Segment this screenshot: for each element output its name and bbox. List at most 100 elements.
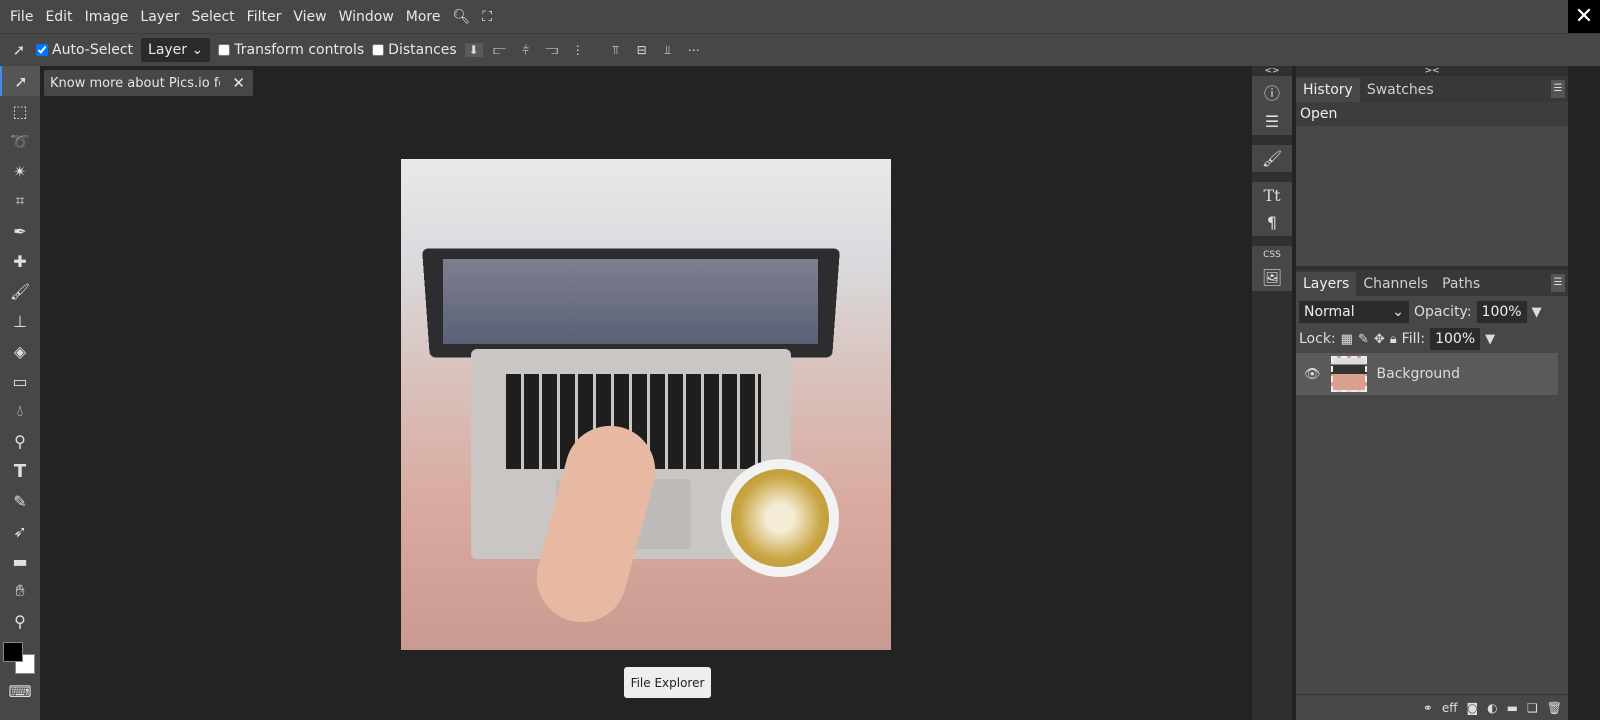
link-layers-icon[interactable]: ⚭ — [1423, 701, 1433, 715]
keyboard-icon[interactable]: ⌨ — [0, 676, 40, 706]
healing-brush-icon[interactable]: ✚ — [0, 246, 40, 276]
distribute-horizontal-icon[interactable]: ⋮ — [569, 43, 587, 57]
menu-more[interactable]: More — [400, 9, 447, 25]
pen-tool-icon[interactable]: ✎ — [0, 486, 40, 516]
opacity-label: Opacity: — [1414, 304, 1472, 320]
align-middle-icon[interactable]: ⊟ — [633, 43, 651, 57]
eyedropper-icon[interactable]: ✒ — [0, 216, 40, 246]
dodge-tool-icon[interactable]: ⚲ — [0, 426, 40, 456]
adjustments-icon[interactable]: ☰ — [1265, 112, 1279, 131]
lock-transparency-icon[interactable]: ▦ — [1341, 332, 1353, 347]
opacity-dropdown-icon[interactable]: ▼ — [1532, 305, 1542, 320]
history-panel: Open — [1296, 102, 1568, 266]
fill-input[interactable]: 100% — [1430, 328, 1481, 350]
fullscreen-icon[interactable]: ⛶ — [476, 9, 498, 25]
auto-select-label: Auto-Select — [52, 42, 134, 58]
path-select-icon[interactable]: ➶ — [0, 516, 40, 546]
character-icon[interactable]: Tt — [1263, 186, 1280, 205]
layers-tabs: Layers Channels Paths ☰ — [1296, 270, 1568, 296]
layer-row[interactable]: 👁︎ Background — [1296, 353, 1558, 395]
brush-settings-icon[interactable]: 🖌︎ — [1262, 149, 1282, 168]
shape-tool-icon[interactable]: ▬ — [0, 546, 40, 576]
canvas-image[interactable] — [401, 159, 891, 650]
eraser-tool-icon[interactable]: ◈ — [0, 336, 40, 366]
move-tool-icon[interactable]: ➚ — [0, 66, 40, 96]
text-tool-icon[interactable]: T — [0, 456, 40, 486]
tab-paths[interactable]: Paths — [1435, 272, 1487, 296]
tool-bar: ➚ ⬚ ➰ ✴ ⌗ ✒ ✚ 🖌︎ ⊥ ◈ ▭ 💧︎ ⚲ T ✎ ➶ ▬ ✋︎ ⚲… — [0, 66, 40, 720]
info-icon[interactable]: ⓘ — [1264, 80, 1280, 104]
mask-icon[interactable]: ◙ — [1467, 701, 1479, 715]
align-bottom-icon[interactable]: ⫫ — [659, 43, 677, 58]
expand-icon[interactable]: <> — [1252, 66, 1292, 76]
tab-swatches[interactable]: Swatches — [1360, 78, 1441, 102]
adjustment-layer-icon[interactable]: ◐ — [1487, 701, 1497, 715]
align-center-icon[interactable]: ⫩ — [517, 43, 535, 58]
search-icon[interactable]: 🔍︎ — [447, 9, 477, 25]
file-explorer-button[interactable]: File Explorer — [624, 667, 711, 698]
marquee-tool-icon[interactable]: ⬚ — [0, 96, 40, 126]
color-swatches — [0, 636, 40, 676]
collapse-icon[interactable]: >< — [1296, 66, 1568, 76]
delete-layer-icon[interactable]: 🗑︎ — [1547, 701, 1562, 715]
menu-select[interactable]: Select — [185, 9, 240, 25]
align-left-icon[interactable]: ⫍ — [491, 43, 509, 58]
tab-history[interactable]: History — [1296, 78, 1360, 102]
magic-wand-icon[interactable]: ✴ — [0, 156, 40, 186]
effects-icon[interactable]: eff — [1442, 701, 1458, 715]
menu-view[interactable]: View — [287, 9, 332, 25]
lock-position-icon[interactable]: ✥ — [1374, 332, 1385, 347]
menu-bar: File Edit Image Layer Select Filter View… — [0, 0, 1600, 33]
distribute-vertical-icon[interactable]: ⋯ — [685, 43, 703, 57]
tab-channels[interactable]: Channels — [1356, 272, 1435, 296]
history-item[interactable]: Open — [1296, 102, 1568, 126]
panel-menu-icon[interactable]: ☰ — [1551, 80, 1565, 98]
stamp-tool-icon[interactable]: ⊥ — [0, 306, 40, 336]
lock-pixels-icon[interactable]: ✎ — [1358, 332, 1369, 347]
panel-menu-icon[interactable]: ☰ — [1551, 274, 1565, 292]
lasso-tool-icon[interactable]: ➰ — [0, 126, 40, 156]
distances-checkbox[interactable]: Distances — [372, 42, 457, 58]
transform-controls-checkbox[interactable]: Transform controls — [218, 42, 364, 58]
menu-layer[interactable]: Layer — [134, 9, 185, 25]
zoom-tool-icon[interactable]: ⚲ — [0, 606, 40, 636]
align-top-icon[interactable]: ⫪ — [607, 43, 625, 58]
menu-image[interactable]: Image — [79, 9, 135, 25]
menu-edit[interactable]: Edit — [39, 9, 78, 25]
tab-layers[interactable]: Layers — [1296, 272, 1357, 296]
image-icon[interactable]: 🖼︎ — [1262, 268, 1282, 287]
new-folder-icon[interactable]: ▬ — [1507, 701, 1518, 715]
crop-tool-icon[interactable]: ⌗ — [0, 186, 40, 216]
menu-filter[interactable]: Filter — [241, 9, 288, 25]
transform-controls-label: Transform controls — [234, 42, 365, 58]
fill-dropdown-icon[interactable]: ▼ — [1485, 332, 1495, 347]
panel-icon-column: <> ⓘ ☰ 🖌︎ Tt ¶ CSS 🖼︎ — [1252, 66, 1292, 720]
hand-tool-icon[interactable]: ✋︎ — [0, 576, 40, 606]
close-icon[interactable]: ✕ — [1568, 0, 1600, 33]
close-tab-icon[interactable]: ✕ — [232, 74, 245, 92]
history-tabs: History Swatches ☰ — [1296, 76, 1568, 102]
lock-all-icon[interactable]: 🔒︎ — [1390, 332, 1397, 347]
blur-tool-icon[interactable]: 💧︎ — [0, 396, 40, 426]
align-right-icon[interactable]: ⫎ — [543, 43, 561, 58]
blend-mode-select[interactable]: Normal ⌄ — [1299, 301, 1409, 323]
lock-label: Lock: — [1299, 331, 1336, 347]
visibility-eye-icon[interactable]: 👁︎ — [1304, 367, 1321, 382]
layer-name: Background — [1376, 366, 1461, 382]
move-tool-icon: ➚ — [12, 41, 26, 59]
menu-window[interactable]: Window — [333, 9, 400, 25]
target-select[interactable]: Layer ⌄ — [141, 38, 211, 62]
gradient-tool-icon[interactable]: ▭ — [0, 366, 40, 396]
css-icon[interactable]: CSS — [1263, 250, 1281, 260]
menu-file[interactable]: File — [4, 9, 39, 25]
target-value: Layer — [148, 42, 188, 58]
layers-footer: ⚭ eff ◙ ◐ ▬ ❏ 🗑︎ — [1296, 694, 1568, 720]
brush-tool-icon[interactable]: 🖌︎ — [0, 276, 40, 306]
new-layer-icon[interactable]: ❏ — [1527, 701, 1538, 715]
auto-select-checkbox[interactable]: Auto-Select — [36, 42, 133, 58]
document-tab[interactable]: Know more about Pics.io fo ✕ — [44, 70, 253, 96]
paragraph-icon[interactable]: ¶ — [1267, 213, 1277, 232]
download-icon[interactable]: ⬇ — [464, 43, 483, 57]
opacity-input[interactable]: 100% — [1476, 301, 1527, 323]
foreground-color[interactable] — [3, 642, 23, 662]
